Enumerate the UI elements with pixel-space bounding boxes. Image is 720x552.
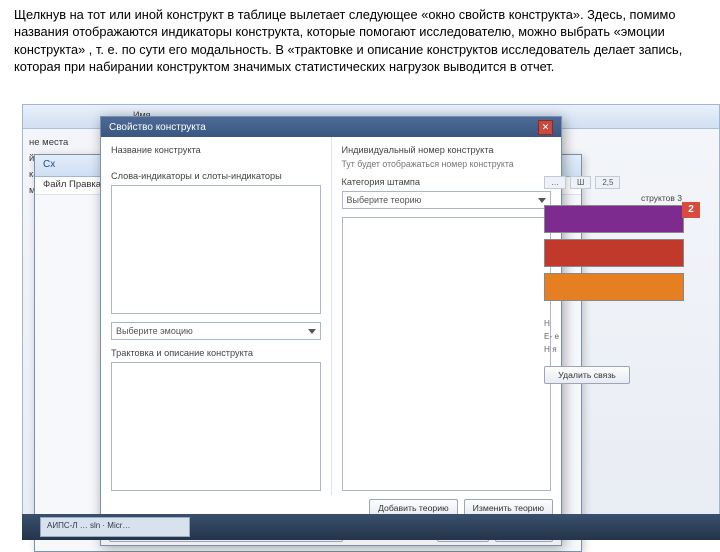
tab-item[interactable]: 2,5 xyxy=(595,176,620,189)
dialog-left-column: Название конструкта Слова-индикаторы и с… xyxy=(101,137,332,495)
description-paragraph: Щелкнув на тот или иной конструкт в табл… xyxy=(0,0,720,79)
radio-option[interactable]: Е- е xyxy=(544,332,684,341)
indicators-label: Слова-индикаторы и слоты-индикаторы xyxy=(111,171,321,181)
theory-select[interactable]: Выберите теорию xyxy=(342,191,552,209)
indicators-listbox[interactable] xyxy=(111,185,321,314)
theory-select-value: Выберите теорию xyxy=(347,195,422,205)
category-label: Категория штампа xyxy=(342,177,552,187)
color-swatch-purple[interactable] xyxy=(544,205,684,233)
tab-item[interactable]: Ш xyxy=(570,176,591,189)
radio-option[interactable]: Н я xyxy=(544,345,684,354)
dialog-title-text: Свойство конструкта xyxy=(109,122,206,133)
right-panel-options: Н Е- е Н я xyxy=(544,319,684,354)
emotion-select-value: Выберите эмоцию xyxy=(116,326,193,336)
color-swatch-orange[interactable] xyxy=(544,273,684,301)
dialog-titlebar[interactable]: Свойство конструкта ✕ xyxy=(101,117,561,137)
taskbar-item[interactable]: АИПС-Л … sln · Micr… xyxy=(40,517,190,537)
theory-textarea[interactable] xyxy=(342,217,552,491)
right-side-panel: … Ш 2,5 структов 3 Н Е- е Н я Удалить св… xyxy=(544,176,684,384)
taskbar[interactable]: АИПС-Л … sln · Micr… xyxy=(22,514,720,540)
dialog-right-column: Индивидуальный номер конструкта Тут буде… xyxy=(332,137,562,495)
delete-link-button[interactable]: Удалить связь xyxy=(544,366,630,384)
count-badge: 2 xyxy=(682,202,700,218)
right-panel-heading: структов 3 xyxy=(544,193,684,203)
sidebar-item[interactable]: не места xyxy=(29,137,107,148)
close-icon[interactable]: ✕ xyxy=(538,120,553,135)
tab-item[interactable]: … xyxy=(544,176,566,189)
color-swatch-red[interactable] xyxy=(544,239,684,267)
construct-properties-dialog: Свойство конструкта ✕ Название конструкт… xyxy=(100,116,562,546)
description-label: Трактовка и описание конструкта xyxy=(111,348,321,358)
chevron-down-icon xyxy=(308,329,316,334)
description-textarea[interactable] xyxy=(111,362,321,491)
radio-option[interactable]: Н xyxy=(544,319,684,328)
construct-number-label: Индивидуальный номер конструкта xyxy=(342,145,552,155)
right-panel-tabs[interactable]: … Ш 2,5 xyxy=(544,176,684,189)
construct-number-note: Тут будет отображаться номер конструкта xyxy=(342,159,552,169)
emotion-select[interactable]: Выберите эмоцию xyxy=(111,322,321,340)
construct-name-label: Название конструкта xyxy=(111,145,321,155)
